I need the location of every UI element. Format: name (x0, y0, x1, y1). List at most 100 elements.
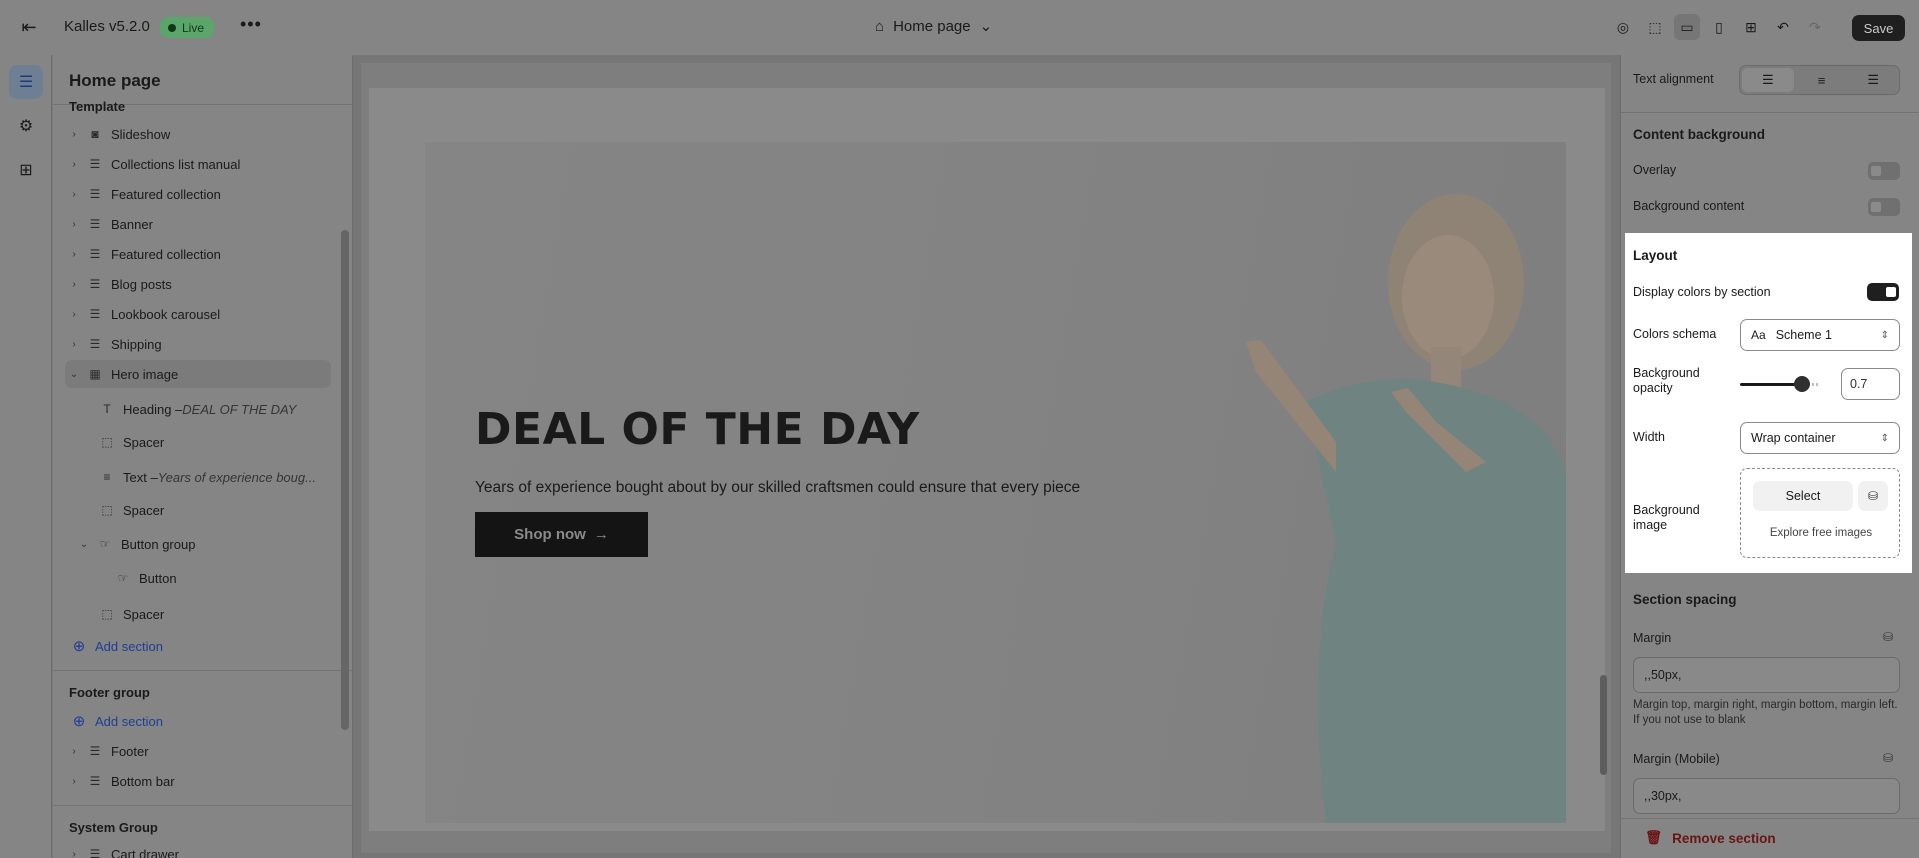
text-alignment-segmented: ☰ ≡ ☰ (1739, 65, 1900, 95)
section-banner[interactable]: › ☰ Banner (65, 210, 331, 238)
shop-now-label: Shop now (514, 526, 586, 543)
add-section-label: Add section (95, 713, 163, 729)
background-content-toggle[interactable] (1868, 198, 1900, 216)
align-right-icon[interactable]: ☰ (1847, 66, 1899, 94)
chevron-down-icon[interactable]: ⌄ (77, 539, 91, 550)
background-image-picker: Select ⛁ Explore free images (1740, 468, 1900, 558)
add-circle-icon: ⊕ (72, 638, 86, 655)
chevron-right-icon[interactable]: › (67, 129, 81, 140)
undo-icon[interactable]: ↶ (1770, 14, 1796, 40)
editor-topbar: ⇤ Kalles v5.2.0 Live ••• ⌂ Home page ⌄ ◎… (0, 0, 1919, 55)
colors-schema-label: Colors schema (1633, 327, 1717, 341)
add-section-footer[interactable]: ⊕ Add section (65, 707, 331, 735)
section-slideshow[interactable]: › ◙ Slideshow (65, 120, 331, 148)
redo-icon[interactable]: ↷ (1802, 14, 1828, 40)
inspector-icon[interactable]: ◎ (1610, 14, 1636, 40)
chevron-right-icon[interactable]: › (67, 746, 81, 757)
hero-section-preview[interactable]: DEAL OF THE DAY Years of experience boug… (369, 88, 1605, 831)
section-blog-posts[interactable]: › ☰ Blog posts (65, 270, 331, 298)
remove-section-button[interactable]: 🗑 Remove section (1645, 830, 1776, 846)
select-tool-icon[interactable]: ⬚ (1642, 14, 1668, 40)
dynamic-source-icon[interactable]: ⛁ (1883, 630, 1893, 644)
chevron-right-icon[interactable]: › (67, 219, 81, 230)
slideshow-icon: ◙ (91, 127, 99, 141)
chevron-right-icon[interactable]: › (67, 189, 81, 200)
fullscreen-view-icon[interactable]: ⊞ (1738, 14, 1764, 40)
section-icon: ☰ (89, 217, 101, 231)
add-section-template[interactable]: ⊕ Add section (65, 632, 331, 660)
chevron-down-icon[interactable]: ⌄ (67, 369, 81, 380)
theme-settings-gear-icon[interactable]: ⚙ (9, 109, 43, 143)
dynamic-source-icon[interactable]: ⛁ (1883, 751, 1893, 765)
section-icon: ☰ (89, 157, 101, 171)
colors-schema-value: Scheme 1 (1775, 328, 1832, 342)
more-actions-icon[interactable]: ••• (240, 14, 262, 35)
text-icon: T (103, 402, 111, 416)
chevron-right-icon[interactable]: › (67, 279, 81, 290)
section-collections-list[interactable]: › ☰ Collections list manual (65, 150, 331, 178)
width-select[interactable]: Wrap container ⇕ (1740, 422, 1900, 454)
margin-mobile-input[interactable]: ,,30px, (1633, 778, 1900, 814)
section-featured-collection-2[interactable]: › ☰ Featured collection (65, 240, 331, 268)
apps-icon[interactable]: ⊞ (9, 153, 43, 187)
sections-sidebar: Home page Template › ◙ Slideshow › ☰ Collect… (53, 55, 353, 858)
align-center-icon[interactable]: ≡ (1796, 66, 1848, 94)
block-spacer-3[interactable]: ⬚ Spacer (93, 600, 333, 628)
hero-image[interactable]: DEAL OF THE DAY Years of experience boug… (425, 142, 1566, 823)
trash-icon: 🗑 (1645, 830, 1663, 845)
block-heading[interactable]: T Heading – DEAL OF THE DAY (93, 395, 333, 423)
save-button[interactable]: Save (1852, 15, 1905, 41)
chevron-right-icon[interactable]: › (67, 776, 81, 787)
section-footer[interactable]: › ☰ Footer (65, 737, 331, 765)
chevron-right-icon[interactable]: › (67, 159, 81, 170)
block-label: Spacer (123, 502, 165, 518)
template-label: Template (69, 99, 126, 114)
chevron-right-icon[interactable]: › (67, 309, 81, 320)
mobile-view-icon[interactable]: ▯ (1706, 14, 1732, 40)
chevron-right-icon[interactable]: › (67, 849, 81, 858)
align-left-icon[interactable]: ☰ (1742, 68, 1794, 92)
block-button-group[interactable]: ⌄ ☞ Button group (75, 530, 333, 558)
section-label: Slideshow (111, 126, 171, 142)
section-shipping[interactable]: › ☰ Shipping (65, 330, 331, 358)
colors-schema-select[interactable]: Aa Scheme 1 ⇕ (1740, 319, 1900, 351)
live-dot-icon (168, 23, 176, 32)
overlay-toggle[interactable] (1868, 162, 1900, 180)
chevron-right-icon[interactable]: › (67, 249, 81, 260)
select-image-button[interactable]: Select (1753, 481, 1853, 511)
margin-input[interactable]: ,,50px, (1633, 657, 1900, 693)
explore-free-images-link[interactable]: Explore free images (1741, 527, 1901, 539)
shop-now-button[interactable]: Shop now → (475, 512, 648, 557)
section-hero-image[interactable]: ⌄ ▦ Hero image (65, 360, 331, 388)
hero-heading[interactable]: DEAL OF THE DAY (475, 404, 920, 455)
spacer-icon: ⬚ (101, 435, 113, 449)
block-text[interactable]: ≡ Text – Years of experience boug... (93, 463, 333, 491)
canvas-scrollbar[interactable] (1600, 675, 1607, 775)
sections-icon[interactable]: ☰ (9, 65, 43, 99)
chevron-right-icon[interactable]: › (67, 339, 81, 350)
page-selector[interactable]: ⌂ Home page ⌄ (875, 17, 992, 36)
section-cart-drawer[interactable]: › ☰ Cart drawer (65, 840, 331, 858)
section-icon: ☰ (89, 187, 101, 201)
bg-image-label: Background image (1633, 503, 1700, 532)
preview-canvas: DEAL OF THE DAY Years of experience boug… (353, 55, 1620, 858)
system-group-label: System Group (69, 820, 158, 835)
block-spacer[interactable]: ⬚ Spacer (93, 428, 333, 456)
desktop-view-icon[interactable]: ▭ (1674, 14, 1700, 40)
display-colors-toggle[interactable] (1867, 283, 1899, 301)
opacity-slider-handle[interactable] (1794, 376, 1810, 392)
section-bottom-bar[interactable]: › ☰ Bottom bar (65, 767, 331, 795)
section-icon: ☰ (89, 337, 101, 351)
section-label: Bottom bar (111, 773, 175, 789)
sidebar-scrollbar[interactable] (341, 230, 349, 730)
hero-text[interactable]: Years of experience bought about by our … (475, 479, 1080, 497)
block-spacer-2[interactable]: ⬚ Spacer (93, 496, 333, 524)
exit-icon[interactable]: ⇤ (18, 16, 40, 38)
section-lookbook-carousel[interactable]: › ☰ Lookbook carousel (65, 300, 331, 328)
section-featured-collection[interactable]: › ☰ Featured collection (65, 180, 331, 208)
section-label: Footer (111, 743, 149, 759)
opacity-input[interactable]: 0.7 (1841, 368, 1900, 400)
dynamic-source-icon[interactable]: ⛁ (1858, 481, 1888, 511)
opacity-slider-track[interactable] (1740, 383, 1800, 386)
block-button[interactable]: ☞ Button (109, 564, 333, 592)
